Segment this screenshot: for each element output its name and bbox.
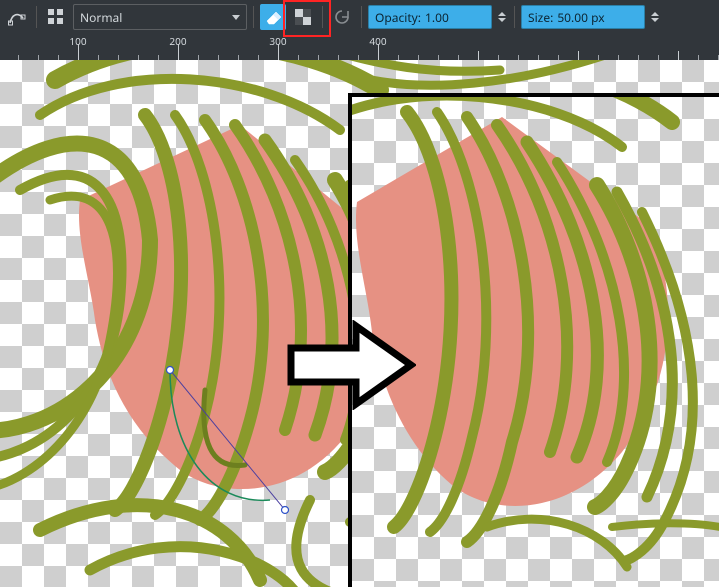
opacity-decrease-button[interactable] — [498, 18, 506, 22]
opacity-value: 1.00 — [425, 9, 449, 26]
size-decrease-button[interactable] — [651, 18, 659, 22]
preserve-alpha-button[interactable] — [290, 4, 316, 30]
eraser-icon — [264, 8, 282, 26]
toolbar-divider — [253, 6, 254, 28]
brush-presets-button[interactable] — [43, 4, 69, 30]
size-increase-button[interactable] — [651, 12, 659, 16]
eraser-mode-button[interactable] — [260, 4, 286, 30]
grid-presets-icon — [47, 8, 65, 26]
brush-options-toolbar: Normal Opacity: 1.00 Size: — [0, 0, 719, 34]
toolbar-divider — [322, 6, 323, 28]
reload-icon — [333, 8, 351, 26]
ruler-tick-label: 100 — [69, 34, 86, 48]
size-value: 50.00 px — [557, 9, 604, 26]
horizontal-ruler[interactable]: 100 200 300 400 — [0, 34, 719, 60]
opacity-increase-button[interactable] — [498, 12, 506, 16]
toolbar-divider — [361, 6, 362, 28]
ruler-tick-label: 200 — [169, 34, 186, 48]
blending-mode-label: Normal — [80, 9, 122, 26]
chevron-down-icon — [232, 15, 240, 20]
ruler-tick-label: 400 — [369, 34, 386, 48]
opacity-label: Opacity: — [375, 9, 421, 26]
opacity-spin — [496, 6, 508, 28]
brush-size-slider[interactable]: Size: 50.00 px — [521, 5, 645, 29]
canvas-viewport[interactable] — [0, 60, 719, 587]
freehand-path-button[interactable] — [4, 4, 30, 30]
ruler-tick-label: 300 — [269, 34, 286, 48]
opacity-slider[interactable]: Opacity: 1.00 — [368, 5, 492, 29]
toolbar-divider — [514, 6, 515, 28]
size-spin — [649, 6, 661, 28]
freehand-path-icon — [8, 8, 26, 26]
blending-mode-combo[interactable]: Normal — [73, 4, 247, 30]
alpha-lock-icon — [294, 8, 312, 26]
reload-preset-button[interactable] — [329, 4, 355, 30]
before-after-arrow-icon — [286, 320, 416, 410]
size-label: Size: — [528, 9, 553, 26]
toolbar-divider — [36, 6, 37, 28]
